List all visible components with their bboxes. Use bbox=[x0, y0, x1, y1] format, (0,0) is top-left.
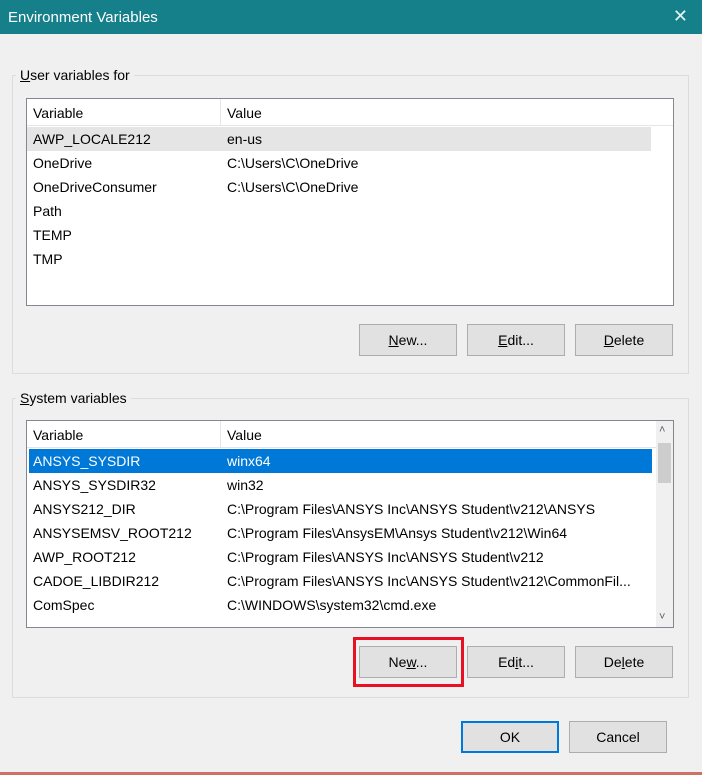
user-new-button[interactable]: New... bbox=[359, 324, 457, 356]
system-variables-list[interactable]: Variable Value ANSYS_SYSDIR winx64 ANSYS… bbox=[26, 420, 674, 628]
vertical-scrollbar[interactable]: ˄ ˅ bbox=[656, 421, 673, 627]
column-divider[interactable] bbox=[220, 99, 221, 125]
user-delete-button[interactable]: Delete bbox=[575, 324, 673, 356]
user-edit-button[interactable]: Edit... bbox=[467, 324, 565, 356]
table-row[interactable]: CADOE_LIBDIR212 C:\Program Files\ANSYS I… bbox=[27, 569, 657, 593]
column-header-value[interactable]: Value bbox=[227, 105, 262, 121]
cancel-button[interactable]: Cancel bbox=[569, 721, 667, 753]
column-divider[interactable] bbox=[220, 421, 221, 447]
table-row[interactable]: TMP bbox=[27, 247, 651, 271]
table-row[interactable]: ANSYS_SYSDIR32 win32 bbox=[27, 473, 657, 497]
table-row[interactable]: OneDriveConsumer C:\Users\C\OneDrive bbox=[27, 175, 651, 199]
list-header: Variable Value bbox=[27, 421, 656, 448]
user-variables-label: User variables for bbox=[16, 67, 134, 83]
column-header-value[interactable]: Value bbox=[227, 427, 262, 443]
close-icon[interactable]: ✕ bbox=[673, 6, 688, 27]
system-delete-button[interactable]: Delete bbox=[575, 646, 673, 678]
table-row-selected[interactable]: ANSYS_SYSDIR winx64 bbox=[29, 449, 652, 473]
scroll-down-icon[interactable]: ˅ bbox=[659, 611, 665, 623]
annotation-highlight-box bbox=[353, 637, 464, 687]
table-row[interactable]: Path bbox=[27, 199, 651, 223]
table-row[interactable]: ANSYS212_DIR C:\Program Files\ANSYS Inc\… bbox=[27, 497, 657, 521]
scroll-up-icon[interactable]: ˄ bbox=[659, 424, 665, 436]
column-header-variable[interactable]: Variable bbox=[33, 105, 83, 121]
user-variables-list[interactable]: Variable Value AWP_LOCALE212 en-us OneDr… bbox=[26, 98, 674, 306]
column-header-variable[interactable]: Variable bbox=[33, 427, 83, 443]
scrollbar-thumb[interactable] bbox=[658, 443, 671, 483]
window-title: Environment Variables bbox=[8, 9, 158, 26]
table-row[interactable]: AWP_ROOT212 C:\Program Files\ANSYS Inc\A… bbox=[27, 545, 657, 569]
table-row[interactable]: ComSpec C:\WINDOWS\system32\cmd.exe bbox=[27, 593, 657, 617]
title-bar: Environment Variables ✕ bbox=[0, 0, 702, 34]
table-row[interactable]: TEMP bbox=[27, 223, 651, 247]
list-header: Variable Value bbox=[27, 99, 673, 126]
ok-button[interactable]: OK bbox=[461, 721, 559, 753]
system-edit-button[interactable]: Edit... bbox=[467, 646, 565, 678]
table-row[interactable]: AWP_LOCALE212 en-us bbox=[27, 127, 651, 151]
system-variables-label: System variables bbox=[16, 390, 131, 406]
table-row[interactable]: OneDrive C:\Users\C\OneDrive bbox=[27, 151, 651, 175]
table-row[interactable]: ANSYSEMSV_ROOT212 C:\Program Files\Ansys… bbox=[27, 521, 657, 545]
